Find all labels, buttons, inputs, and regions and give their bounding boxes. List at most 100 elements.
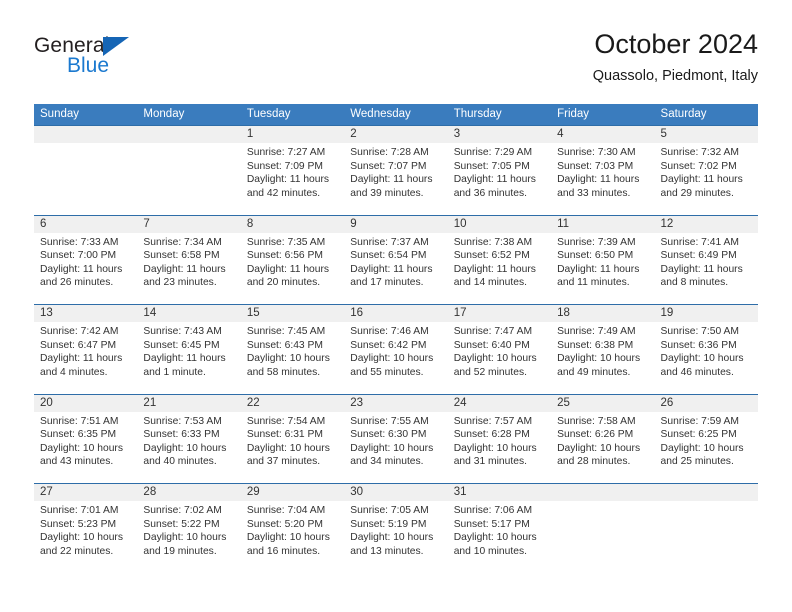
day-info: Sunrise: 7:34 AM Sunset: 6:58 PM Dayligh… (143, 236, 237, 290)
day-info: Sunrise: 7:51 AM Sunset: 6:35 PM Dayligh… (40, 415, 134, 469)
day-number: 24 (453, 396, 467, 409)
day-info: Sunrise: 7:38 AM Sunset: 6:52 PM Dayligh… (454, 236, 548, 290)
day-cell[interactable]: 7 Sunrise: 7:34 AM Sunset: 6:58 PM Dayli… (137, 216, 240, 305)
day-cell[interactable]: 6 Sunrise: 7:33 AM Sunset: 7:00 PM Dayli… (34, 216, 137, 305)
sunrise-text: Sunrise: 7:33 AM (40, 236, 119, 248)
daylight-text-line1: Daylight: 11 hours (143, 353, 226, 365)
day-cell[interactable]: 8 Sunrise: 7:35 AM Sunset: 6:56 PM Dayli… (241, 216, 344, 305)
daylight-text-line2: and 25 minutes. (660, 456, 734, 468)
sunrise-text: Sunrise: 7:42 AM (40, 326, 119, 337)
day-cell[interactable]: 29 Sunrise: 7:04 AM Sunset: 5:20 PM Dayl… (241, 484, 344, 573)
daylight-text-line2: and 55 minutes. (350, 366, 424, 378)
day-cell[interactable]: 26 Sunrise: 7:59 AM Sunset: 6:25 PM Dayl… (655, 395, 758, 484)
daylight-text-line2: and 28 minutes. (557, 456, 631, 468)
sunrise-text: Sunrise: 7:55 AM (350, 415, 429, 427)
day-cell[interactable]: 23 Sunrise: 7:55 AM Sunset: 6:30 PM Dayl… (344, 395, 447, 484)
sunset-text: Sunset: 5:20 PM (246, 518, 323, 530)
day-cell[interactable]: 17 Sunrise: 7:47 AM Sunset: 6:40 PM Dayl… (448, 305, 551, 394)
day-info: Sunrise: 7:43 AM Sunset: 6:45 PM Dayligh… (143, 325, 237, 379)
day-number: 5 (660, 128, 667, 140)
sunset-text: Sunset: 6:47 PM (40, 339, 117, 351)
daylight-text-line2: and 13 minutes. (350, 545, 424, 557)
day-info: Sunrise: 7:27 AM Sunset: 7:09 PM Dayligh… (247, 146, 341, 200)
day-number: 1 (246, 128, 254, 140)
daylight-text-line2: and 22 minutes. (40, 545, 114, 557)
daylight-text-line2: and 14 minutes. (453, 277, 527, 289)
day-cell[interactable]: 10 Sunrise: 7:38 AM Sunset: 6:52 PM Dayl… (448, 216, 551, 305)
general-blue-logo[interactable]: General Blue (34, 34, 224, 88)
sunset-text: Sunset: 6:33 PM (143, 429, 220, 441)
day-cell[interactable]: 11 Sunrise: 7:39 AM Sunset: 6:50 PM Dayl… (551, 216, 654, 305)
day-cell[interactable]: 25 Sunrise: 7:58 AM Sunset: 6:26 PM Dayl… (551, 395, 654, 484)
daylight-text-line1: Daylight: 11 hours (660, 263, 743, 275)
sunrise-text: Sunrise: 7:53 AM (143, 415, 222, 427)
day-cell[interactable]: 27 Sunrise: 7:01 AM Sunset: 5:23 PM Dayl… (34, 484, 137, 573)
sunset-text: Sunset: 5:17 PM (453, 518, 530, 530)
daylight-text-line1: Daylight: 11 hours (660, 174, 743, 186)
day-cell[interactable]: 15 Sunrise: 7:45 AM Sunset: 6:43 PM Dayl… (241, 305, 344, 394)
sunrise-text: Sunrise: 7:30 AM (557, 147, 636, 158)
page-header: General Blue October 2024 Quassolo, Pied… (34, 28, 758, 90)
sunrise-text: Sunrise: 7:58 AM (557, 415, 636, 427)
day-info: Sunrise: 7:39 AM Sunset: 6:50 PM Dayligh… (557, 236, 651, 290)
daylight-text-line2: and 58 minutes. (246, 366, 321, 378)
daylight-text-line1: Daylight: 11 hours (350, 174, 433, 186)
sunrise-text: Sunrise: 7:28 AM (350, 147, 429, 158)
daylight-text-line1: Daylight: 11 hours (453, 263, 536, 275)
day-cell[interactable]: 1 Sunrise: 7:27 AM Sunset: 7:09 PM Dayli… (241, 126, 344, 215)
day-info: Sunrise: 7:37 AM Sunset: 6:54 PM Dayligh… (350, 236, 444, 290)
sunrise-text: Sunrise: 7:49 AM (557, 326, 636, 337)
day-cell[interactable]: 18 Sunrise: 7:49 AM Sunset: 6:38 PM Dayl… (551, 305, 654, 394)
day-cell[interactable]: 28 Sunrise: 7:02 AM Sunset: 5:22 PM Dayl… (137, 484, 240, 573)
weekday-header-friday: Friday (557, 108, 590, 120)
sunrise-text: Sunrise: 7:37 AM (350, 236, 429, 248)
sunset-text: Sunset: 6:49 PM (660, 250, 737, 262)
daylight-text-line2: and 19 minutes. (143, 545, 217, 557)
logo-text-blue: Blue (67, 54, 110, 77)
day-info: Sunrise: 7:33 AM Sunset: 7:00 PM Dayligh… (40, 236, 134, 290)
day-info: Sunrise: 7:53 AM Sunset: 6:33 PM Dayligh… (143, 415, 237, 469)
day-cell[interactable]: 12 Sunrise: 7:41 AM Sunset: 6:49 PM Dayl… (655, 216, 758, 305)
day-cell[interactable] (34, 126, 137, 215)
day-cell[interactable]: 14 Sunrise: 7:43 AM Sunset: 6:45 PM Dayl… (137, 305, 240, 394)
day-cell[interactable]: 4 Sunrise: 7:30 AM Sunset: 7:03 PM Dayli… (551, 126, 654, 215)
day-info: Sunrise: 7:45 AM Sunset: 6:43 PM Dayligh… (247, 325, 341, 379)
day-cell[interactable]: 30 Sunrise: 7:05 AM Sunset: 5:19 PM Dayl… (344, 484, 447, 573)
daylight-text-line2: and 29 minutes. (660, 187, 734, 199)
day-cell[interactable]: 16 Sunrise: 7:46 AM Sunset: 6:42 PM Dayl… (344, 305, 447, 394)
daylight-text-line1: Daylight: 11 hours (40, 353, 123, 365)
daylight-text-line2: and 37 minutes. (246, 456, 321, 468)
daylight-text-line2: and 49 minutes. (557, 366, 631, 378)
day-info: Sunrise: 7:41 AM Sunset: 6:49 PM Dayligh… (661, 236, 755, 290)
day-info: Sunrise: 7:01 AM Sunset: 5:23 PM Dayligh… (40, 504, 134, 558)
day-cell[interactable]: 3 Sunrise: 7:29 AM Sunset: 7:05 PM Dayli… (448, 126, 551, 215)
sunrise-text: Sunrise: 7:04 AM (246, 505, 326, 516)
daylight-text-line2: and 4 minutes. (40, 366, 108, 378)
day-cell[interactable]: 20 Sunrise: 7:51 AM Sunset: 6:35 PM Dayl… (34, 395, 137, 484)
day-cell[interactable]: 21 Sunrise: 7:53 AM Sunset: 6:33 PM Dayl… (137, 395, 240, 484)
day-number: 27 (40, 486, 53, 498)
day-cell[interactable]: 19 Sunrise: 7:50 AM Sunset: 6:36 PM Dayl… (655, 305, 758, 394)
sunrise-text: Sunrise: 7:47 AM (453, 326, 533, 337)
day-cell[interactable]: 2 Sunrise: 7:28 AM Sunset: 7:07 PM Dayli… (344, 126, 447, 215)
day-cell[interactable]: 31 Sunrise: 7:06 AM Sunset: 5:17 PM Dayl… (448, 484, 551, 573)
day-cell[interactable]: 13 Sunrise: 7:42 AM Sunset: 6:47 PM Dayl… (34, 305, 137, 394)
sunset-text: Sunset: 7:09 PM (246, 160, 323, 172)
day-info: Sunrise: 7:28 AM Sunset: 7:07 PM Dayligh… (350, 146, 444, 200)
calendar-grid: Sunday Monday Tuesday Wednesday Thursday… (34, 104, 758, 573)
daylight-text-line1: Daylight: 10 hours (557, 353, 641, 365)
daylight-text-line1: Daylight: 10 hours (557, 442, 641, 454)
day-cell[interactable]: 9 Sunrise: 7:37 AM Sunset: 6:54 PM Dayli… (344, 216, 447, 305)
daylight-text-line1: Daylight: 11 hours (40, 263, 123, 275)
day-cell[interactable] (137, 126, 240, 215)
day-cell[interactable]: 22 Sunrise: 7:54 AM Sunset: 6:31 PM Dayl… (241, 395, 344, 484)
day-number: 6 (40, 217, 47, 230)
day-cell[interactable]: 5 Sunrise: 7:32 AM Sunset: 7:02 PM Dayli… (655, 126, 758, 215)
day-cell[interactable] (655, 484, 758, 573)
daylight-text-line1: Daylight: 10 hours (350, 442, 434, 454)
day-cell[interactable]: 24 Sunrise: 7:57 AM Sunset: 6:28 PM Dayl… (448, 395, 551, 484)
calendar-page: General Blue October 2024 Quassolo, Pied… (0, 0, 792, 612)
sunset-text: Sunset: 6:40 PM (453, 339, 530, 351)
day-cell[interactable] (551, 484, 654, 573)
sunset-text: Sunset: 6:30 PM (350, 429, 427, 441)
